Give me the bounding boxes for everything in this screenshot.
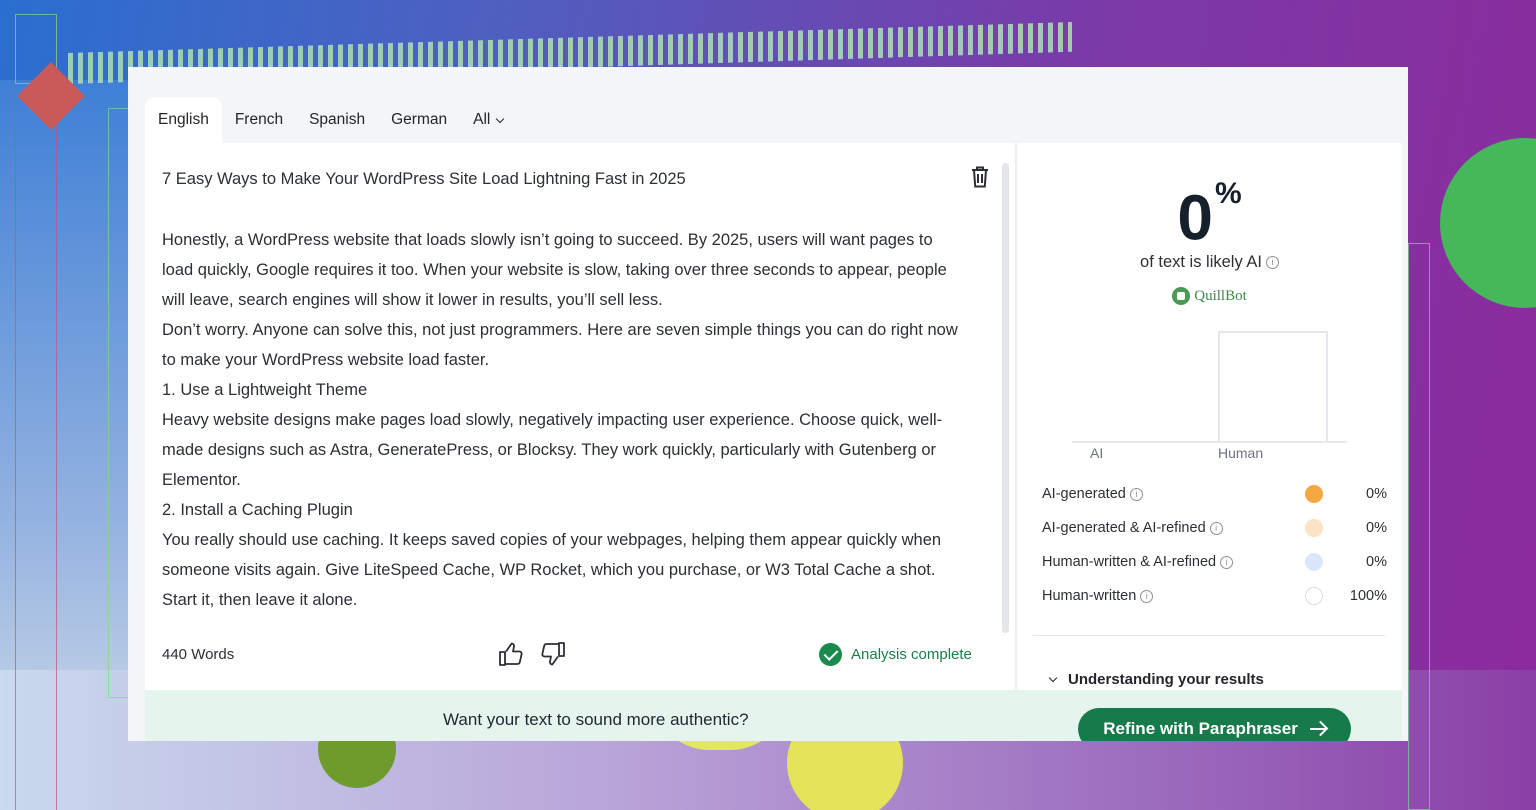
legend-label: AI-generated i [1042, 486, 1305, 502]
decorative-circle [1440, 138, 1536, 308]
chevron-down-icon [496, 114, 505, 123]
info-icon[interactable]: i [1209, 521, 1223, 535]
document-title[interactable]: 7 Easy Ways to Make Your WordPress Site … [162, 170, 686, 189]
arrow-right-icon [1309, 728, 1326, 730]
tab-german[interactable]: German [378, 97, 460, 143]
analysis-status-label: Analysis complete [851, 646, 972, 663]
chart-label-human: Human [1218, 445, 1264, 461]
legend-row-human-written-refined: Human-written & AI-refined i 0% [1042, 545, 1387, 579]
info-icon[interactable]: i [1129, 487, 1143, 501]
check-circle-icon [819, 643, 842, 666]
decorative-outline [1408, 243, 1430, 810]
decorative-outline [108, 108, 130, 698]
chart-label-ai: AI [1090, 445, 1104, 461]
tab-all-dropdown[interactable]: All [460, 97, 516, 143]
info-icon[interactable]: i [1140, 589, 1154, 603]
results-divider [1033, 635, 1385, 636]
understanding-results-label: Understanding your results [1068, 671, 1264, 688]
refine-button-label: Refine with Paraphraser [1103, 719, 1298, 738]
paragraph: You really should use caching. It keeps … [162, 531, 942, 609]
refine-with-paraphraser-button[interactable]: Refine with Paraphraser [1078, 708, 1351, 741]
language-tabs: English French Spanish German All [145, 97, 516, 143]
tab-french[interactable]: French [222, 97, 296, 143]
legend-dot [1305, 519, 1323, 537]
thumbs-down-icon[interactable] [540, 641, 566, 667]
legend-value: 100% [1349, 588, 1387, 604]
analysis-status: Analysis complete [819, 643, 972, 666]
legend-value: 0% [1366, 520, 1387, 536]
chart-axis [1072, 441, 1347, 443]
legend-label: Human-written i [1042, 588, 1305, 604]
text-editor-pane: 7 Easy Ways to Make Your WordPress Site … [145, 143, 1015, 690]
legend-row-ai-generated: AI-generated i 0% [1042, 477, 1387, 511]
tab-all-label: All [473, 111, 491, 128]
results-pane: 0% of text is likely AI i QuillBot AI Hum… [1017, 143, 1402, 690]
trash-icon[interactable] [969, 165, 991, 189]
legend-row-ai-generated-refined: AI-generated & AI-refined i 0% [1042, 511, 1387, 545]
legend-row-human-written: Human-written i 100% [1042, 579, 1387, 613]
legend-label-text: Human-written [1042, 588, 1137, 604]
paragraph: 2. Install a Caching Plugin [162, 501, 353, 519]
result-legend: AI-generated i 0% AI-generated & AI-refin… [1042, 477, 1387, 613]
decorative-line [15, 14, 16, 810]
paraphraser-cta-bar: Want your text to sound more authentic? … [145, 690, 1402, 741]
paragraph: Don’t worry. Anyone can solve this, not … [162, 321, 958, 369]
ai-detector-card: English French Spanish German All 7 Easy… [128, 67, 1408, 741]
legend-value: 0% [1366, 554, 1387, 570]
paragraph: Honestly, a WordPress website that loads… [162, 231, 947, 309]
decorative-line [56, 14, 57, 810]
understanding-results-toggle[interactable]: Understanding your results [1046, 671, 1264, 688]
legend-dot [1305, 485, 1323, 503]
bar-human [1218, 331, 1328, 441]
word-count: 440 Words [162, 646, 235, 663]
result-bar-chart: AI Human [1017, 143, 1402, 473]
chevron-down-icon [1048, 673, 1058, 682]
thumbs-up-icon[interactable] [498, 641, 524, 667]
legend-label-text: Human-written & AI-refined [1042, 554, 1217, 570]
legend-value: 0% [1366, 486, 1387, 502]
legend-label: AI-generated & AI-refined i [1042, 520, 1305, 536]
legend-label-text: AI-generated & AI-refined [1042, 520, 1206, 536]
legend-dot [1305, 587, 1323, 605]
paragraph: 1. Use a Lightweight Theme [162, 381, 368, 399]
paragraph: Heavy website designs make pages load sl… [162, 411, 943, 489]
info-icon[interactable]: i [1220, 555, 1234, 569]
tab-spanish[interactable]: Spanish [296, 97, 378, 143]
editor-scrollbar[interactable] [1002, 163, 1009, 633]
document-body[interactable]: Honestly, a WordPress website that loads… [162, 225, 962, 615]
tab-english[interactable]: English [145, 97, 222, 143]
legend-label-text: AI-generated [1042, 486, 1126, 502]
legend-label: Human-written & AI-refined i [1042, 554, 1305, 570]
legend-dot [1305, 553, 1323, 571]
cta-text: Want your text to sound more authentic? [443, 710, 749, 729]
